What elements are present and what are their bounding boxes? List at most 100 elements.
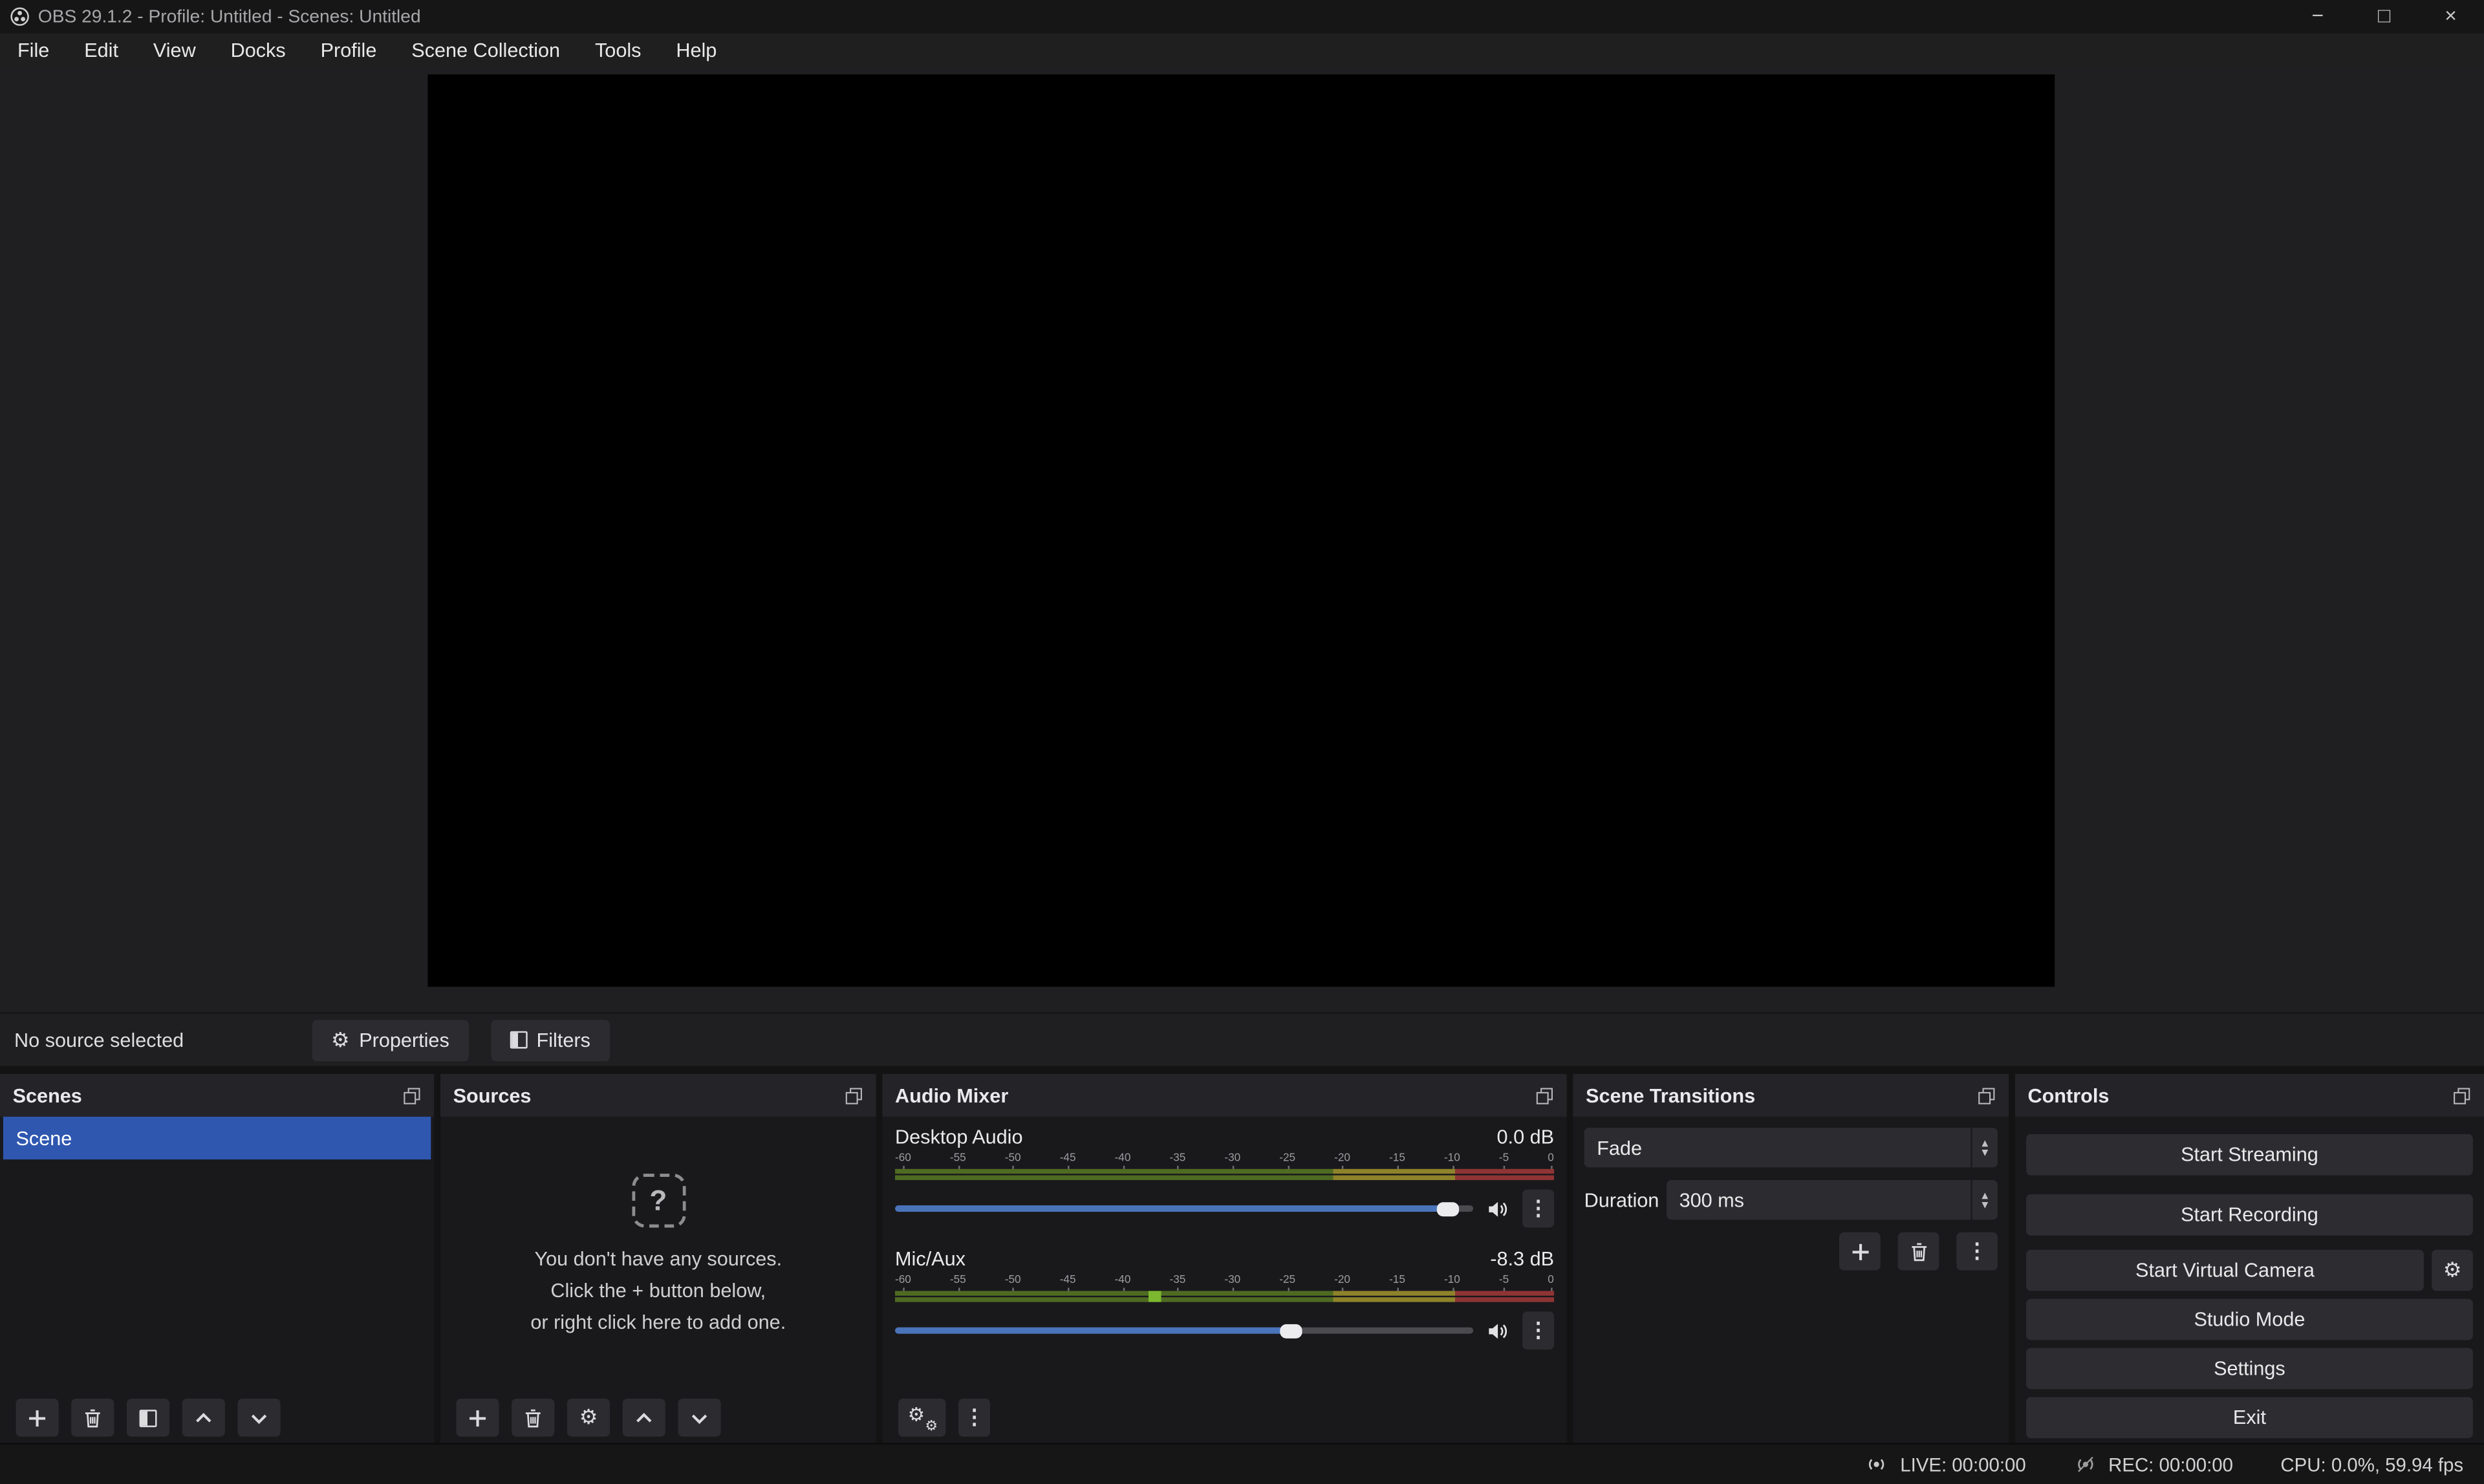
tick-label: -45 xyxy=(1060,1153,1076,1168)
studio-mode-button[interactable]: Studio Mode xyxy=(2026,1299,2473,1340)
scene-filters-button[interactable] xyxy=(127,1399,169,1437)
window-title: OBS 29.1.2 - Profile: Untitled - Scenes:… xyxy=(38,7,421,26)
transitions-dock-header[interactable]: Scene Transitions xyxy=(1573,1074,2009,1117)
popout-icon[interactable] xyxy=(1977,1086,1996,1104)
tick-label: -40 xyxy=(1115,1153,1131,1168)
tick-label: -15 xyxy=(1389,1153,1405,1168)
kebab-icon: ⋮ xyxy=(1967,1242,1987,1260)
popout-icon[interactable] xyxy=(2452,1086,2471,1104)
advanced-audio-button[interactable]: ⚙⚙ xyxy=(898,1399,945,1437)
close-button[interactable]: × xyxy=(2417,0,2484,33)
program-canvas[interactable] xyxy=(427,74,2055,987)
start-virtual-camera-button[interactable]: Start Virtual Camera xyxy=(2026,1250,2424,1291)
properties-button[interactable]: ⚙ Properties xyxy=(312,1019,469,1060)
scene-list: Scene xyxy=(0,1117,434,1392)
add-transition-button[interactable] xyxy=(1839,1232,1881,1271)
tick-label: -40 xyxy=(1115,1275,1131,1291)
speaker-icon[interactable] xyxy=(1486,1197,1510,1221)
virtual-camera-settings-button[interactable]: ⚙ xyxy=(2432,1250,2473,1291)
sources-dock-header[interactable]: Sources xyxy=(440,1074,876,1117)
transition-select[interactable]: Fade ▴ ▾ xyxy=(1584,1128,1998,1167)
add-scene-button[interactable] xyxy=(16,1399,58,1437)
scene-list-item[interactable]: Scene xyxy=(3,1117,431,1159)
scene-up-button[interactable] xyxy=(182,1399,225,1437)
menu-help[interactable]: Help xyxy=(658,33,734,68)
volume-slider-handle[interactable] xyxy=(1280,1324,1302,1338)
rec-time: REC: 00:00:00 xyxy=(2108,1454,2233,1476)
remove-source-button[interactable] xyxy=(512,1399,554,1437)
tick-label: -25 xyxy=(1279,1153,1295,1168)
channel-options-button[interactable]: ⋮ xyxy=(1522,1190,1554,1228)
exit-button[interactable]: Exit xyxy=(2026,1397,2473,1439)
menu-file[interactable]: File xyxy=(0,33,67,68)
maximize-button[interactable]: □ xyxy=(2351,0,2417,33)
speaker-icon[interactable] xyxy=(1486,1318,1510,1342)
menu-tools[interactable]: Tools xyxy=(578,33,658,68)
tick-label: -15 xyxy=(1389,1275,1405,1291)
remove-transition-button[interactable] xyxy=(1898,1232,1939,1271)
source-list[interactable]: ? You don't have any sources. Click the … xyxy=(440,1117,876,1392)
start-recording-button[interactable]: Start Recording xyxy=(2026,1194,2473,1236)
menu-docks[interactable]: Docks xyxy=(213,33,303,68)
window-controls: − □ × xyxy=(2284,0,2484,33)
empty-sources-line: You don't have any sources. xyxy=(534,1247,782,1272)
channel-level: 0.0 dB xyxy=(1497,1126,1555,1148)
source-down-button[interactable] xyxy=(678,1399,720,1437)
tick-label: -10 xyxy=(1444,1275,1460,1291)
remove-scene-button[interactable] xyxy=(71,1399,114,1437)
controls-dock-header[interactable]: Controls xyxy=(2015,1074,2484,1117)
live-status: LIVE: 00:00:00 xyxy=(1865,1452,2025,1476)
channel-options-button[interactable]: ⋮ xyxy=(1522,1311,1554,1350)
gear-icon: ⚙ xyxy=(2443,1261,2462,1280)
obs-window: OBS 29.1.2 - Profile: Untitled - Scenes:… xyxy=(0,0,2484,1484)
mixer-options-button[interactable]: ⋮ xyxy=(958,1399,990,1437)
tick-label: -50 xyxy=(1005,1153,1021,1168)
scene-down-button[interactable] xyxy=(237,1399,280,1437)
tick-label: 0 xyxy=(1548,1275,1554,1291)
tick-label: -60 xyxy=(895,1153,911,1168)
tick-label: 0 xyxy=(1548,1153,1554,1168)
source-toolbar: No source selected ⚙ Properties Filters xyxy=(0,1012,2484,1066)
channel-level: -8.3 dB xyxy=(1490,1248,1554,1270)
transitions-title: Scene Transitions xyxy=(1586,1084,1755,1106)
mixer-channels: Desktop Audio 0.0 dB -60-55-50-45-40-35-… xyxy=(882,1117,1566,1392)
rec-status: REC: 00:00:00 xyxy=(2073,1452,2233,1476)
audio-mixer-dock-header[interactable]: Audio Mixer xyxy=(882,1074,1566,1117)
transition-options-button[interactable]: ⋮ xyxy=(1956,1232,1998,1271)
popout-icon[interactable] xyxy=(1535,1086,1554,1104)
empty-sources-line: Click the + button below, xyxy=(550,1278,766,1304)
gear-icon: ⚙ xyxy=(331,1030,350,1049)
volume-slider-handle[interactable] xyxy=(1436,1201,1458,1216)
kebab-icon: ⋮ xyxy=(964,1408,985,1427)
filters-button[interactable]: Filters xyxy=(490,1019,609,1060)
menu-scene-collection[interactable]: Scene Collection xyxy=(394,33,578,68)
duration-spinbox[interactable]: 300 ms ▴ ▾ xyxy=(1667,1180,1998,1220)
controls-title: Controls xyxy=(2027,1084,2109,1106)
duration-spinner[interactable]: ▴ ▾ xyxy=(1971,1180,1998,1220)
minimize-button[interactable]: − xyxy=(2284,0,2351,33)
start-streaming-button[interactable]: Start Streaming xyxy=(2026,1134,2473,1176)
volume-slider[interactable] xyxy=(895,1324,1473,1338)
menu-profile[interactable]: Profile xyxy=(303,33,394,68)
menu-edit[interactable]: Edit xyxy=(67,33,136,68)
arrow-down-icon: ▾ xyxy=(1982,1200,1988,1210)
volume-slider[interactable] xyxy=(895,1201,1473,1216)
source-properties-button[interactable]: ⚙ xyxy=(567,1399,610,1437)
dock-area: Scenes Scene xyxy=(0,1066,2484,1443)
menu-view[interactable]: View xyxy=(136,33,213,68)
sources-toolbar: ⚙ xyxy=(440,1392,876,1443)
scenes-dock-header[interactable]: Scenes xyxy=(0,1074,434,1117)
combo-spinner[interactable]: ▴ ▾ xyxy=(1971,1128,1998,1167)
properties-label: Properties xyxy=(359,1029,449,1051)
scenes-toolbar xyxy=(0,1392,434,1443)
tick-label: -30 xyxy=(1224,1275,1240,1291)
sources-dock: Sources ? You don't have any sources. Cl… xyxy=(440,1074,876,1443)
controls-dock: Controls Start Streaming Start Recording… xyxy=(2015,1074,2484,1443)
add-source-button[interactable] xyxy=(456,1399,499,1437)
popout-icon[interactable] xyxy=(845,1086,863,1104)
settings-button[interactable]: Settings xyxy=(2026,1348,2473,1390)
popout-icon[interactable] xyxy=(402,1086,421,1104)
source-up-button[interactable] xyxy=(623,1399,665,1437)
preview-area xyxy=(0,68,2484,1012)
filters-label: Filters xyxy=(537,1029,590,1051)
